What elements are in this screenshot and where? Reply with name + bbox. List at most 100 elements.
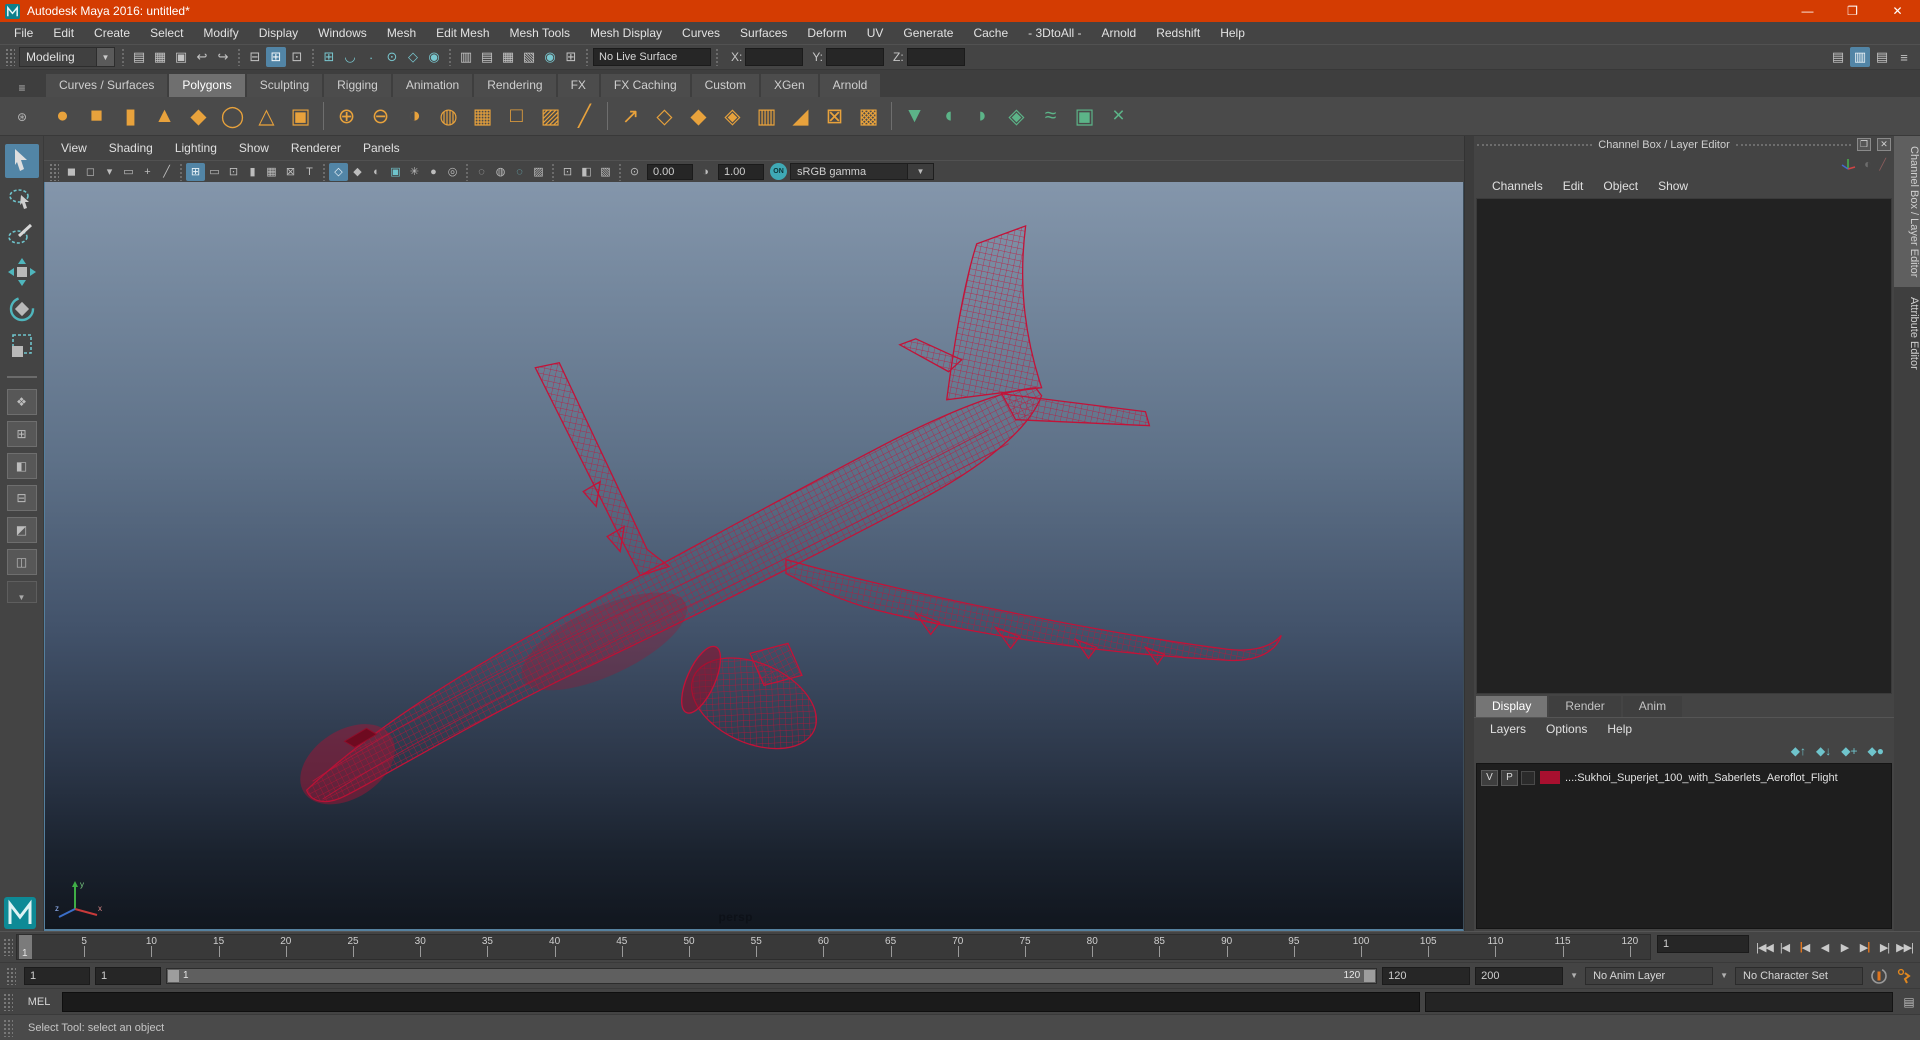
reduce-icon[interactable]: ▨ bbox=[534, 100, 567, 133]
viewport-menu-panels[interactable]: Panels bbox=[352, 141, 411, 155]
poly-sphere-icon[interactable]: ● bbox=[46, 100, 79, 133]
pane-menu-icon[interactable]: ◧ bbox=[577, 163, 596, 181]
layer-menu-options[interactable]: Options bbox=[1536, 722, 1597, 736]
animation-end-field[interactable]: 200 bbox=[1475, 966, 1564, 985]
combine-icon[interactable]: ⊕ bbox=[330, 100, 363, 133]
gate-mask-icon[interactable]: ▮ bbox=[243, 163, 262, 181]
animation-preferences-icon[interactable] bbox=[1895, 967, 1913, 985]
poly-pyramid-icon[interactable]: △ bbox=[250, 100, 283, 133]
shelf-tab-curves-surfaces[interactable]: Curves / Surfaces bbox=[46, 74, 168, 97]
render-settings-icon[interactable]: ▧ bbox=[519, 47, 539, 67]
bevel-icon[interactable]: ◆ bbox=[682, 100, 715, 133]
layer-tab-render[interactable]: Render bbox=[1549, 696, 1621, 717]
multi-cut-icon[interactable]: ⊠ bbox=[818, 100, 851, 133]
channel-box-icon[interactable]: ≡ bbox=[1894, 47, 1914, 67]
subdiv-proxy-icon[interactable]: □ bbox=[500, 100, 533, 133]
automatic-mapping-icon[interactable]: ◈ bbox=[1000, 100, 1033, 133]
tab-attribute-editor[interactable]: Attribute Editor bbox=[1894, 287, 1920, 380]
menu-mesh-tools[interactable]: Mesh Tools bbox=[500, 22, 580, 44]
single-pane-layout[interactable]: ❖ bbox=[6, 389, 37, 415]
menu-mesh-display[interactable]: Mesh Display bbox=[580, 22, 672, 44]
quad-draw-icon[interactable]: ◇ bbox=[648, 100, 681, 133]
persp-graph-layout[interactable]: ⊟ bbox=[6, 485, 37, 511]
tab-channel-box[interactable]: Channel Box / Layer Editor bbox=[1894, 136, 1920, 288]
move-tool[interactable] bbox=[5, 255, 39, 289]
time-slider-grip[interactable] bbox=[3, 938, 13, 956]
cylindrical-mapping-icon[interactable]: ◖ bbox=[932, 100, 965, 133]
isolate-select-icon[interactable]: ◌ bbox=[472, 163, 491, 181]
bookmark-icon[interactable]: ▾ bbox=[100, 163, 119, 181]
shelf-tab-fx-caching[interactable]: FX Caching bbox=[600, 74, 690, 97]
lasso-tool[interactable] bbox=[5, 181, 39, 215]
shelf-gear-icon[interactable]: ⊛ bbox=[17, 110, 27, 124]
menu-create[interactable]: Create bbox=[84, 22, 140, 44]
playback-start-field[interactable]: 1 bbox=[95, 966, 161, 985]
layer-visible-toggle[interactable]: V bbox=[1481, 769, 1498, 786]
shelf-tab-fx[interactable]: FX bbox=[557, 74, 599, 97]
menu-edit-mesh[interactable]: Edit Mesh bbox=[426, 22, 499, 44]
motion-blur-icon[interactable]: ◌ bbox=[510, 163, 529, 181]
timeline-ruler[interactable]: 5 10 15 20 25 30 35 40 45 50 55 60 65 70 75 80 85 90 95 100… bbox=[16, 934, 1651, 960]
z-coord-input[interactable] bbox=[906, 48, 965, 66]
command-language-toggle[interactable]: MEL bbox=[21, 996, 57, 1008]
hypershade-persp-layout[interactable]: ◩ bbox=[6, 517, 37, 543]
menu-redshift[interactable]: Redshift bbox=[1146, 22, 1210, 44]
y-coord-input[interactable] bbox=[826, 48, 885, 66]
anim-layer-dropdown[interactable]: No Anim Layer bbox=[1585, 966, 1714, 985]
uv-editor-icon[interactable]: ▣ bbox=[1068, 100, 1101, 133]
range-end-handle[interactable] bbox=[1364, 969, 1376, 982]
animation-start-field[interactable]: 1 bbox=[24, 966, 90, 985]
viewport-menu-shading[interactable]: Shading bbox=[98, 141, 164, 155]
attribute-editor-icon[interactable]: ▥ bbox=[1850, 47, 1870, 67]
poly-cube-icon[interactable]: ■ bbox=[80, 100, 113, 133]
shelf-tab-animation[interactable]: Animation bbox=[392, 74, 473, 97]
x-coord-input[interactable] bbox=[745, 48, 804, 66]
wireframe-icon[interactable]: ◇ bbox=[329, 162, 348, 181]
minimize-button[interactable]: — bbox=[1785, 0, 1830, 22]
restore-button[interactable]: ❐ bbox=[1830, 0, 1875, 22]
snapshot-icon[interactable]: ▧ bbox=[596, 163, 615, 181]
poly-cylinder-icon[interactable]: ▮ bbox=[114, 100, 147, 133]
poly-plane-icon[interactable]: ◆ bbox=[182, 100, 215, 133]
close-button[interactable]: ✕ bbox=[1875, 0, 1920, 22]
menu-mesh[interactable]: Mesh bbox=[377, 22, 426, 44]
color-management-toggle[interactable]: ON bbox=[770, 163, 787, 180]
menu-edit[interactable]: Edit bbox=[43, 22, 84, 44]
grease-pencil-icon[interactable]: ╱ bbox=[157, 163, 176, 181]
channel-box-menu-edit[interactable]: Edit bbox=[1553, 179, 1594, 193]
textured-icon[interactable]: ▣ bbox=[386, 163, 405, 181]
layout-shelf-dropdown[interactable]: ▼ bbox=[6, 581, 37, 603]
pick-walk-icon[interactable]: ⊡ bbox=[558, 163, 577, 181]
play-forward-button[interactable]: ▶ bbox=[1835, 936, 1854, 958]
layer-playback-toggle[interactable]: P bbox=[1501, 769, 1518, 786]
playback-end-field[interactable]: 120 bbox=[1382, 966, 1471, 985]
snap-point-icon[interactable]: ∙ bbox=[361, 47, 381, 67]
playblast-icon[interactable]: ▦ bbox=[498, 47, 518, 67]
resolution-gate-icon[interactable]: ⊡ bbox=[224, 163, 243, 181]
layer-color-swatch[interactable] bbox=[1540, 771, 1560, 784]
redo-icon[interactable]: ↪ bbox=[213, 47, 233, 67]
shelf-tab-custom[interactable]: Custom bbox=[691, 74, 759, 97]
chevron-down-icon[interactable]: ▼ bbox=[1718, 971, 1730, 980]
layer-list[interactable]: V P ...:Sukhoi_Superjet_100_with_Saberle… bbox=[1476, 763, 1892, 929]
command-input[interactable] bbox=[62, 991, 1420, 1012]
safe-title-icon[interactable]: T bbox=[300, 163, 319, 181]
range-start-handle[interactable] bbox=[168, 969, 179, 982]
chevron-down-icon[interactable]: ▼ bbox=[908, 163, 934, 180]
open-scene-icon[interactable]: ▦ bbox=[150, 47, 170, 67]
gamma-dropdown[interactable]: sRGB gamma bbox=[790, 163, 908, 180]
grid-icon[interactable]: ⊞ bbox=[186, 162, 205, 181]
panel-splitter[interactable] bbox=[1464, 136, 1474, 931]
pan-zoom-icon[interactable]: + bbox=[138, 163, 157, 181]
persp-outliner-layout[interactable]: ◧ bbox=[6, 453, 37, 479]
contrast-icon[interactable]: ◑ bbox=[696, 163, 715, 181]
live-surface-field[interactable]: No Live Surface bbox=[593, 48, 711, 66]
cut-uv-icon[interactable]: × bbox=[1102, 100, 1135, 133]
shelf-tab-rendering[interactable]: Rendering bbox=[474, 74, 556, 97]
camera-icon[interactable]: ◼ bbox=[62, 163, 81, 181]
shelf-tab-rigging[interactable]: Rigging bbox=[324, 74, 391, 97]
channel-box-menu-object[interactable]: Object bbox=[1593, 179, 1648, 193]
poly-pipe-icon[interactable]: ▣ bbox=[284, 100, 317, 133]
four-pane-layout[interactable]: ⊞ bbox=[6, 421, 37, 447]
viewport-toolbar-grip[interactable] bbox=[49, 162, 59, 181]
